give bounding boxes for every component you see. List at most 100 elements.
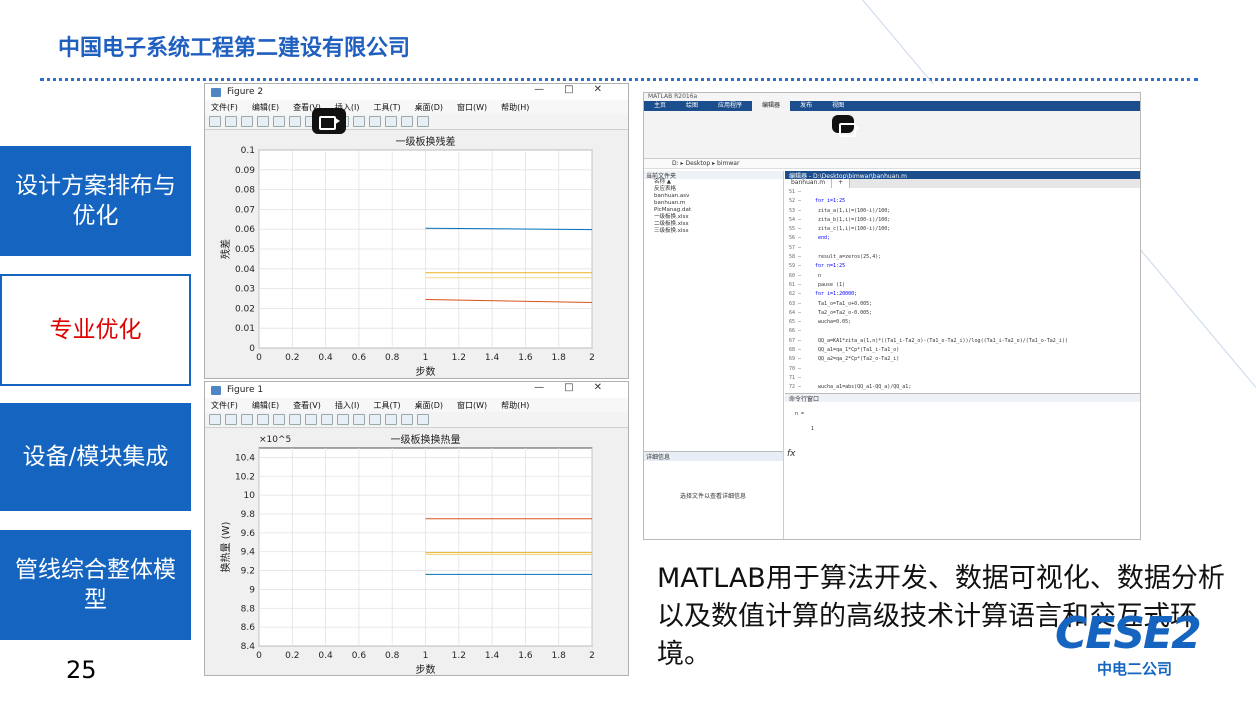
zoom-in-icon[interactable] — [289, 116, 301, 127]
code-line: 67 – QQ_a=KA1*zita_a(1,n)*((Ta1_i-Ta2_o)… — [785, 337, 1140, 346]
file-item[interactable]: 一级板换.xlsx — [644, 214, 783, 221]
x-tick-label: 2 — [589, 651, 595, 661]
menu-edit[interactable]: 编辑(E) — [252, 102, 279, 113]
video-camera-icon[interactable] — [832, 115, 860, 137]
code-line: 62 – for i=1:20000; — [785, 290, 1140, 299]
figure-1-toolbar — [205, 412, 628, 428]
save-icon[interactable] — [241, 116, 253, 127]
save-icon[interactable] — [241, 414, 253, 425]
legend-icon[interactable] — [417, 116, 429, 127]
menu-desktop[interactable]: 桌面(D) — [415, 102, 443, 113]
line-number: 58 – — [789, 254, 802, 261]
nav-item-professional-optimization[interactable]: 专业优化 — [0, 274, 191, 386]
file-item[interactable]: 反应表格 — [644, 186, 783, 193]
current-path[interactable]: D: ▸ Desktop ▸ bimwar — [644, 159, 1140, 169]
code-line: 55 – zita_c(1,i)=(100-i)/100; — [785, 225, 1140, 234]
menu-insert[interactable]: 插入(I) — [335, 400, 360, 411]
x-tick-label: 0.8 — [385, 353, 400, 363]
header-divider — [40, 78, 1198, 81]
x-tick-label: 1.4 — [485, 353, 500, 363]
data-cursor-icon[interactable] — [353, 116, 365, 127]
code-text: result_a=zeros(25,4); — [815, 254, 882, 261]
chart-title: 一级板换换热量 — [391, 433, 461, 446]
line-number: 52 – — [789, 198, 802, 205]
code-text: n — [815, 272, 822, 279]
colorbar-icon[interactable] — [401, 414, 413, 425]
colorbar-icon[interactable] — [401, 116, 413, 127]
details-message: 选择文件以查看详细信息 — [680, 493, 747, 500]
line-number: 69 – — [789, 356, 802, 363]
y-tick-label: 9 — [249, 585, 255, 595]
figure-2-title: Figure 2 — [227, 87, 264, 97]
new-figure-icon[interactable] — [209, 116, 221, 127]
brush-icon[interactable] — [369, 116, 381, 127]
line-number: 60 – — [789, 272, 802, 279]
window-controls[interactable]: —□✕ — [534, 84, 622, 95]
code-line: 52 – for i=1:25 — [785, 197, 1140, 206]
print-icon[interactable] — [257, 414, 269, 425]
menu-desktop[interactable]: 桌面(D) — [415, 400, 443, 411]
data-cursor-icon[interactable] — [353, 414, 365, 425]
x-tick-label: 1.8 — [552, 651, 567, 661]
menu-help[interactable]: 帮助(H) — [501, 102, 529, 113]
code-text: for n=1:25 — [815, 263, 846, 270]
pointer-icon[interactable] — [273, 116, 285, 127]
link-icon[interactable] — [385, 116, 397, 127]
x-tick-label: 1.8 — [552, 353, 567, 363]
video-camera-icon[interactable] — [312, 108, 346, 134]
tab-publish[interactable]: 发布 — [790, 101, 822, 111]
menu-tools[interactable]: 工具(T) — [373, 400, 400, 411]
file-item[interactable]: 二级板换.xlsx — [644, 221, 783, 228]
pan-icon[interactable] — [321, 414, 333, 425]
legend-icon[interactable] — [417, 414, 429, 425]
menu-edit[interactable]: 编辑(E) — [252, 400, 279, 411]
code-area[interactable]: 51 – 52 – for i=1:25 53 – zita_a(1,i)=(100-… — [785, 188, 1140, 402]
menu-window[interactable]: 窗口(W) — [457, 102, 487, 113]
menu-file[interactable]: 文件(F) — [211, 102, 238, 113]
menu-help[interactable]: 帮助(H) — [501, 400, 529, 411]
nav-item-equipment-integration[interactable]: 设备/模块集成 — [0, 403, 191, 511]
brush-icon[interactable] — [369, 414, 381, 425]
pointer-icon[interactable] — [273, 414, 285, 425]
rotate-icon[interactable] — [337, 414, 349, 425]
details-header[interactable]: 详细信息 — [644, 451, 783, 461]
print-icon[interactable] — [257, 116, 269, 127]
tab-editor[interactable]: 编辑器 — [752, 101, 791, 111]
zoom-in-icon[interactable] — [289, 414, 301, 425]
tab-view[interactable]: 视图 — [822, 101, 854, 111]
menu-file[interactable]: 文件(F) — [211, 400, 238, 411]
menu-view[interactable]: 查看(V) — [293, 400, 321, 411]
editor-file-tab[interactable]: banhuan.m — [785, 179, 833, 188]
code-line: 63 – Ta1_o=Ta1_o+0.005; — [785, 300, 1140, 309]
file-list-header[interactable]: 名称 ▲ — [644, 179, 783, 186]
menu-tools[interactable]: 工具(T) — [373, 102, 400, 113]
heat-transfer-chart: 0 0.2 0.4 0.6 0.8 1 1.2 1.4 1.6 1.8 2 8.4 8.6 8.8 9 9.2… — [205, 428, 628, 675]
menu-window[interactable]: 窗口(W) — [457, 400, 487, 411]
open-icon[interactable] — [225, 116, 237, 127]
y-tick-label: 10 — [244, 491, 256, 501]
command-output-line: 1 — [811, 426, 815, 433]
y-tick-label: 8.4 — [241, 642, 256, 652]
nav-item-design-layout[interactable]: 设计方案排布与优化 — [0, 146, 191, 256]
new-tab-button[interactable]: + — [832, 179, 851, 188]
file-item[interactable]: banhuan.m — [644, 200, 783, 207]
nav-item-pipeline-model[interactable]: 管线综合整体模型 — [0, 530, 191, 640]
y-tick-label: 0.08 — [235, 186, 255, 196]
company-title: 中国电子系统工程第二建设有限公司 — [58, 36, 411, 61]
zoom-out-icon[interactable] — [305, 414, 317, 425]
company-logo: CESE2 中电二公司 — [1055, 608, 1235, 678]
file-item[interactable]: PicManag.dat — [644, 207, 783, 214]
file-item[interactable]: 三级板换.xlsx — [644, 228, 783, 235]
link-icon[interactable] — [385, 414, 397, 425]
new-figure-icon[interactable] — [209, 414, 221, 425]
y-tick-label: 8.6 — [241, 623, 256, 633]
file-item[interactable]: banhuan.asv — [644, 193, 783, 200]
tab-plots[interactable]: 绘图 — [676, 101, 708, 111]
y-tick-label: 10.4 — [235, 453, 255, 463]
command-window[interactable]: 命令行窗口 n = 1 — [785, 393, 1140, 539]
open-icon[interactable] — [225, 414, 237, 425]
window-controls[interactable]: —□✕ — [534, 382, 622, 393]
tab-home[interactable]: 主页 — [644, 101, 676, 111]
x-tick-label: 0.4 — [318, 353, 333, 363]
tab-apps[interactable]: 应用程序 — [708, 101, 752, 111]
